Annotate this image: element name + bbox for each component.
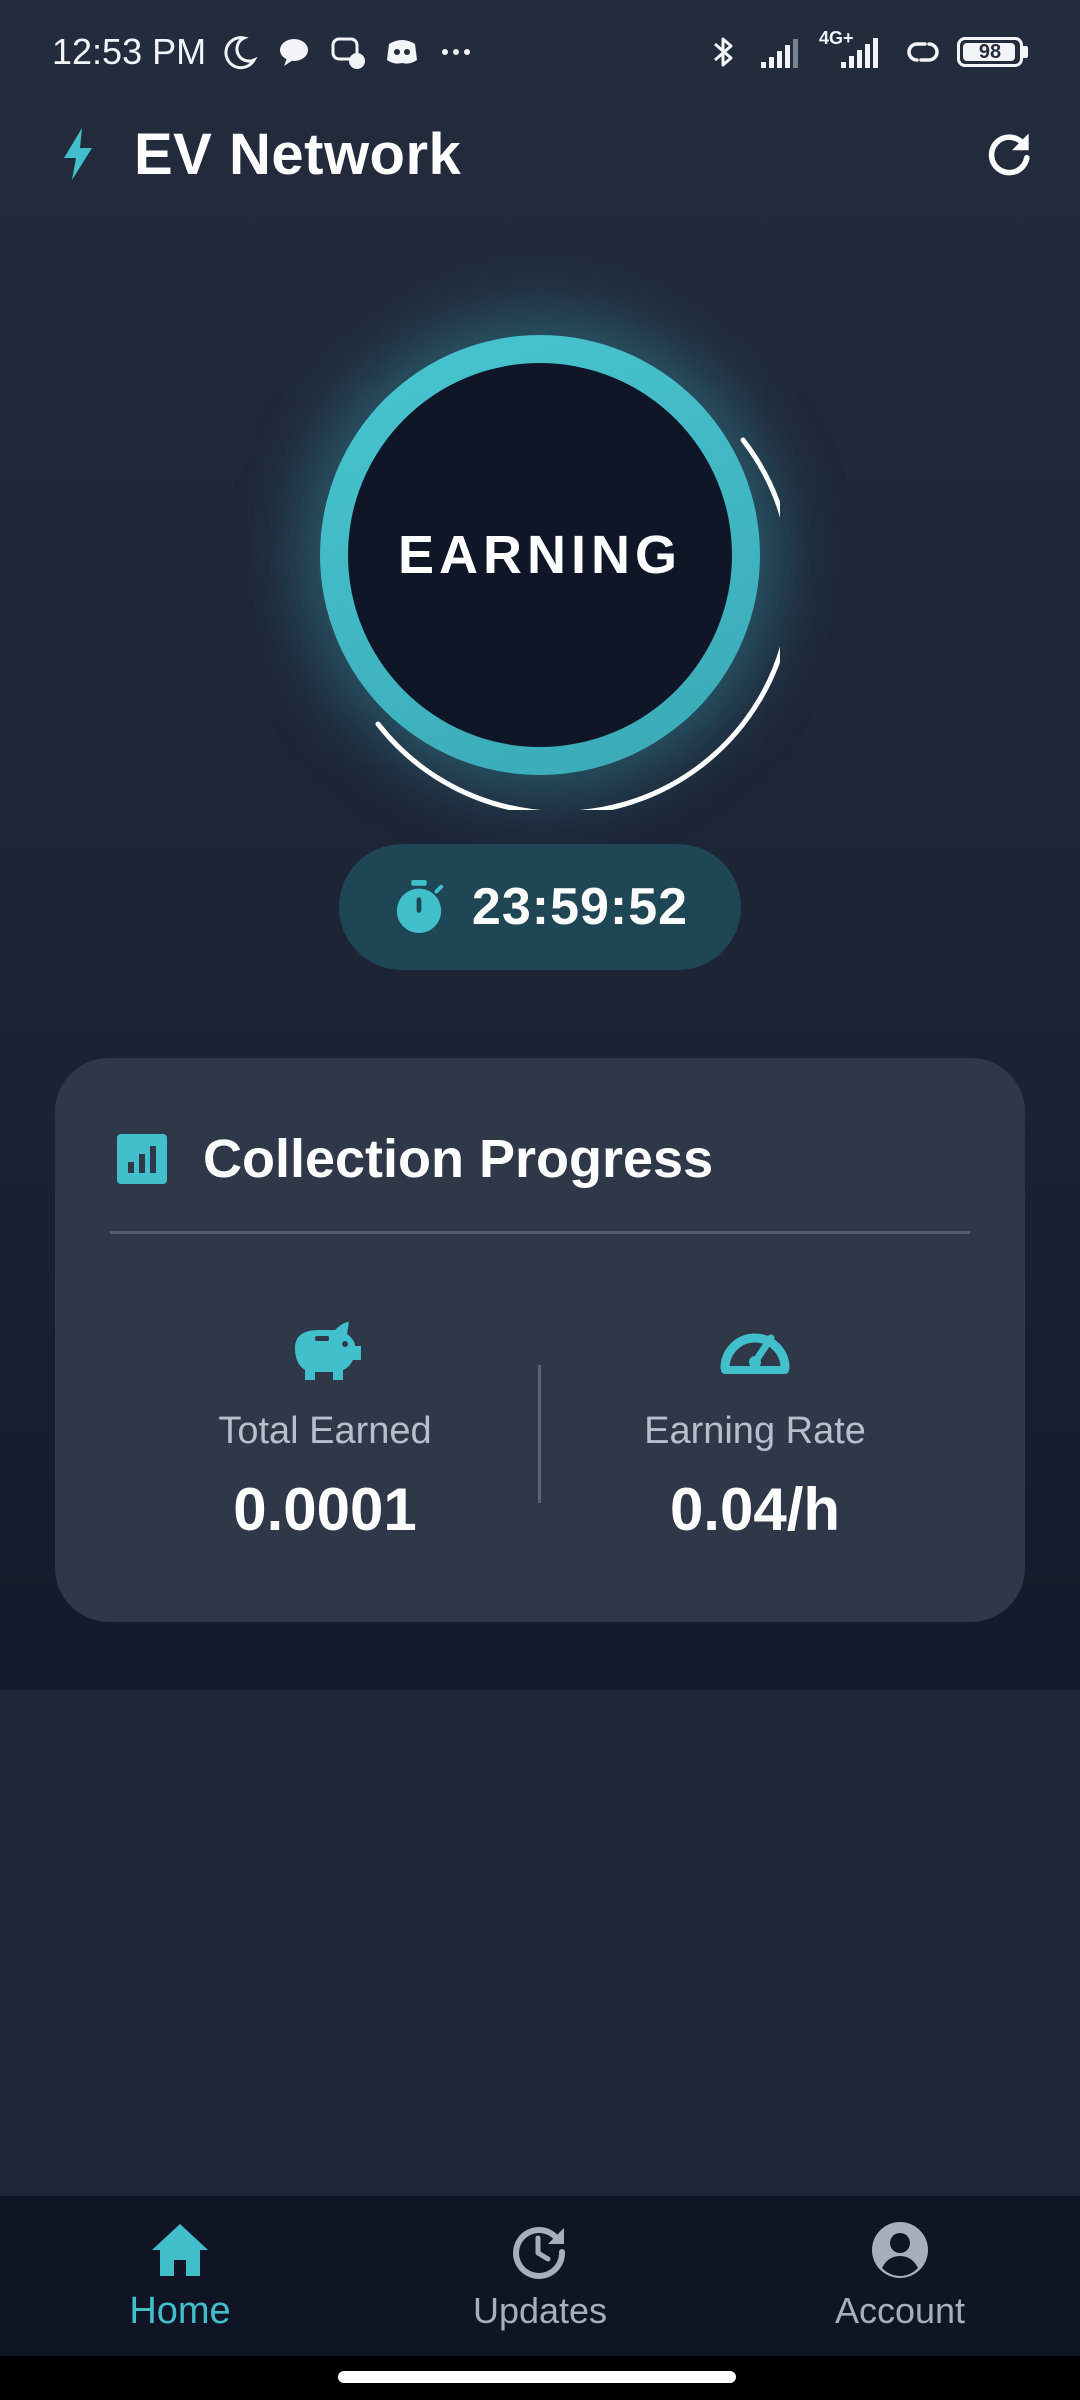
messenger-icon xyxy=(331,37,366,69)
earning-rate-label: Earning Rate xyxy=(644,1410,866,1452)
discord-icon xyxy=(387,40,418,64)
nav-account-label: Account xyxy=(834,2290,966,2331)
battery-body: 98 xyxy=(957,37,1023,67)
status-left: 12:53 PM xyxy=(52,31,476,73)
nav-updates[interactable]: Updates xyxy=(360,2196,720,2356)
card-divider xyxy=(110,1231,970,1234)
piggy-bank-icon xyxy=(295,1322,361,1380)
battery-icon: 98 xyxy=(957,37,1028,67)
screen: 12:53 PM 4G+ 98 EV Network EARNING 23:59… xyxy=(0,0,1080,2400)
home-indicator[interactable] xyxy=(338,2371,736,2383)
status-right: 4G+ 98 xyxy=(703,28,1028,72)
status-bar: 12:53 PM 4G+ 98 xyxy=(0,0,1080,104)
earning-button[interactable]: EARNING xyxy=(310,320,780,810)
card-header: Collection Progress xyxy=(117,1128,713,1190)
bottom-navigation: Home Updates Account xyxy=(0,2196,1080,2356)
nav-home-label: Home xyxy=(129,2290,231,2332)
home-icon xyxy=(152,2224,208,2276)
nav-updates-label: Updates xyxy=(472,2290,608,2331)
battery-level: 98 xyxy=(978,40,1002,63)
timer-value: 23:59:52 xyxy=(471,878,689,936)
total-earned-value: 0.0001 xyxy=(233,1476,417,1543)
status-time: 12:53 PM xyxy=(52,31,207,72)
card-title: Collection Progress xyxy=(203,1129,714,1189)
timer-pill: 23:59:52 xyxy=(339,844,741,970)
battery-tip xyxy=(1023,46,1028,58)
app-header: EV Network xyxy=(0,104,1080,204)
moon-icon xyxy=(224,36,258,70)
chat-bubble-icon xyxy=(280,39,309,66)
signal-4g-icon: 4G+ xyxy=(819,28,889,72)
stat-earning-rate: Earning Rate 0.04/h xyxy=(540,1308,970,1544)
lower-background xyxy=(0,1690,1080,2196)
speedometer-icon xyxy=(720,1333,790,1374)
collection-progress-card: Collection Progress Total Earned 0.0001 … xyxy=(55,1058,1025,1622)
more-dots-icon xyxy=(442,49,471,55)
history-icon xyxy=(513,2227,566,2279)
signal-icon xyxy=(761,39,798,68)
link-icon xyxy=(907,42,939,62)
earning-progress-arc xyxy=(375,437,780,810)
total-earned-label: Total Earned xyxy=(218,1410,432,1452)
stat-total-earned: Total Earned 0.0001 xyxy=(110,1308,540,1544)
lightning-bolt-icon xyxy=(64,128,92,180)
account-circle-icon xyxy=(872,2222,928,2278)
app-title: EV Network xyxy=(134,121,462,187)
refresh-icon xyxy=(988,133,1030,176)
earning-rate-value: 0.04/h xyxy=(669,1476,841,1543)
bluetooth-icon xyxy=(714,37,733,67)
stopwatch-icon xyxy=(396,880,444,934)
refresh-button[interactable] xyxy=(980,124,1040,184)
bar-chart-icon xyxy=(117,1134,167,1184)
nav-home[interactable]: Home xyxy=(0,2196,360,2356)
nav-account[interactable]: Account xyxy=(720,2196,1080,2356)
